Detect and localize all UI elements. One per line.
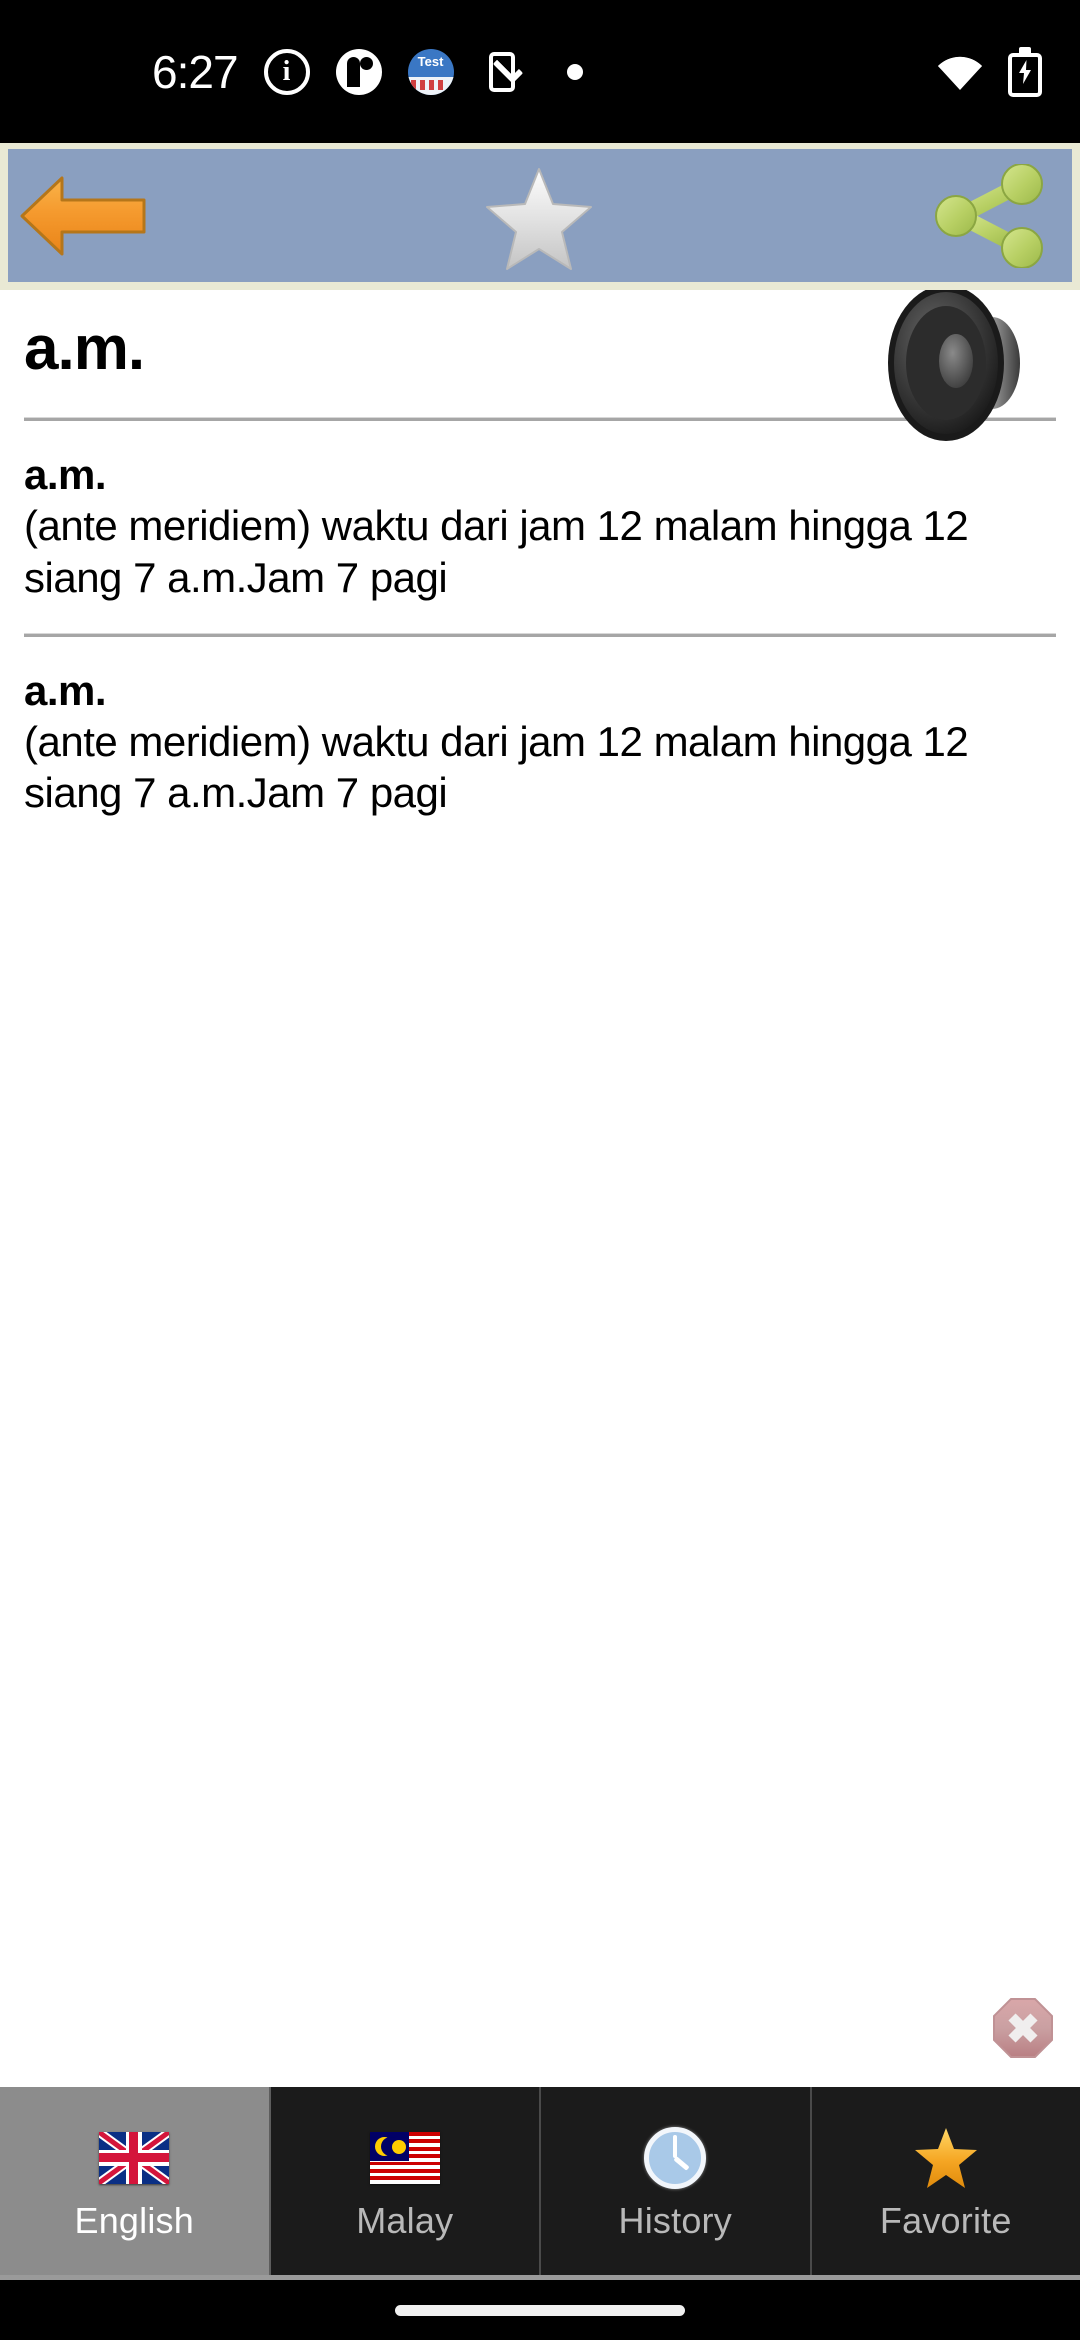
- battery-bolt-icon: [1019, 59, 1031, 84]
- headword-row: a.m.: [0, 290, 1080, 441]
- definition-content: a.m. a.m. (ante meridiem) waktu dari jam…: [0, 290, 1080, 2087]
- clock-icon: [636, 2123, 714, 2193]
- tab-history-label: History: [618, 2200, 732, 2241]
- speaker-icon: [888, 290, 1020, 441]
- star-icon: [486, 167, 592, 270]
- malaysia-flag-icon: [366, 2123, 444, 2193]
- wifi-icon: [936, 48, 984, 96]
- definition-term: a.m.: [24, 666, 107, 714]
- close-button[interactable]: [992, 1997, 1054, 2059]
- status-bar: 6:27 Test: [0, 0, 1080, 143]
- definition-text: (ante meridiem) waktu dari jam 12 malam …: [24, 502, 969, 601]
- favorite-button[interactable]: [475, 156, 605, 276]
- circle-app-icon: [335, 48, 382, 95]
- test-app-icon-base: [407, 76, 454, 95]
- system-navigation-bar: [0, 2280, 1080, 2340]
- back-arrow-icon: [20, 176, 146, 255]
- tab-malay-label: Malay: [356, 2200, 454, 2241]
- status-bar-left: 6:27 Test: [152, 45, 598, 98]
- definition-text: (ante meridiem) waktu dari jam 12 malam …: [24, 718, 969, 817]
- status-bar-right: [936, 0, 1042, 143]
- tab-favorite-label: Favorite: [879, 2200, 1012, 2241]
- bottom-tab-bar: English Malay History Favorite: [0, 2087, 1080, 2280]
- info-icon: [263, 48, 310, 95]
- definition-term: a.m.: [24, 451, 107, 499]
- home-gesture-pill[interactable]: [395, 2304, 685, 2316]
- back-button[interactable]: [20, 156, 156, 276]
- pronounce-button[interactable]: [874, 290, 1044, 448]
- app-screen: 6:27 Test: [0, 0, 1080, 2340]
- tab-english-label: English: [74, 2200, 194, 2241]
- share-icon: [935, 163, 1043, 268]
- phone-check-icon: [480, 49, 526, 95]
- toolbar-frame: [0, 143, 1080, 290]
- tab-english[interactable]: English: [0, 2087, 271, 2275]
- uk-flag-icon: [95, 2123, 173, 2193]
- battery-charging-icon: [1008, 46, 1042, 97]
- definition-block-1: a.m. (ante meridiem) waktu dari jam 12 m…: [0, 421, 1080, 603]
- test-app-icon: Test: [407, 48, 454, 95]
- tab-favorite[interactable]: Favorite: [812, 2087, 1080, 2275]
- definition-block-2: a.m. (ante meridiem) waktu dari jam 12 m…: [0, 637, 1080, 819]
- dot-icon: [552, 49, 598, 95]
- status-bar-clock: 6:27: [152, 45, 239, 98]
- gold-star-icon: [907, 2123, 985, 2193]
- test-app-icon-label: Test: [417, 53, 444, 69]
- tab-malay[interactable]: Malay: [271, 2087, 541, 2275]
- tab-history[interactable]: History: [541, 2087, 812, 2275]
- close-octagon-icon: [993, 1998, 1053, 2058]
- share-button[interactable]: [924, 156, 1054, 276]
- app-toolbar: [8, 149, 1072, 282]
